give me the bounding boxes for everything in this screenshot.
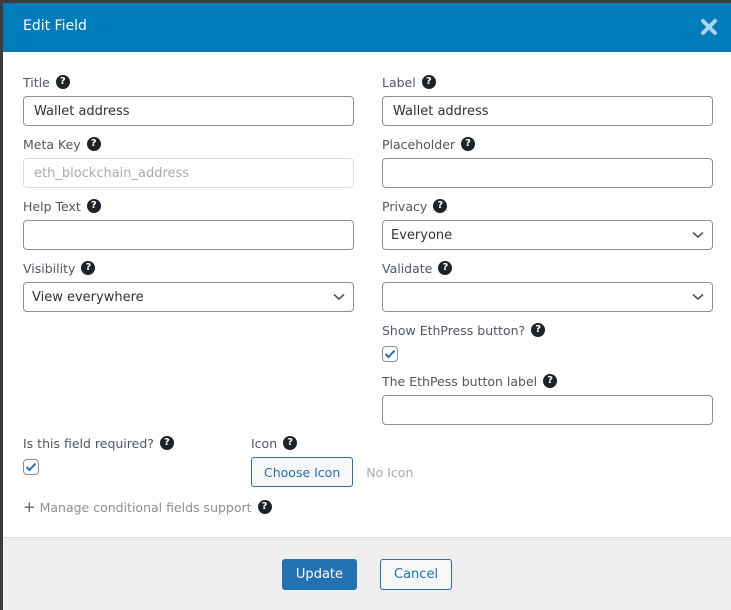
ethpress-label-input[interactable]: [382, 395, 713, 425]
validate-label: Validate: [382, 260, 433, 276]
required-checkbox[interactable]: [23, 459, 39, 475]
title-input[interactable]: Wallet address: [23, 96, 354, 126]
help-icon[interactable]: ?: [283, 436, 298, 450]
privacy-label: Privacy: [382, 198, 428, 214]
checkmark-icon: [25, 462, 37, 472]
ethpress-label-field-group: The EthPess button label?: [382, 373, 713, 425]
required-field-group: Is this field required??: [23, 435, 174, 475]
help-icon[interactable]: ?: [86, 199, 101, 213]
label-input[interactable]: Wallet address: [382, 96, 713, 126]
modal-header: Edit Field: [3, 3, 731, 52]
label-label: Label: [382, 74, 416, 90]
meta-key-field-group: Meta Key? eth_blockchain_address: [23, 136, 354, 188]
visibility-label: Visibility: [23, 260, 76, 276]
meta-key-input-value: eth_blockchain_address: [34, 165, 190, 181]
show-ethpress-field-group: Show EthPress button??: [382, 322, 546, 362]
cancel-button[interactable]: Cancel: [380, 558, 453, 590]
help-icon[interactable]: ?: [438, 261, 453, 275]
visibility-field-group: Visibility? View everywhere: [23, 260, 354, 312]
title-label: Title: [23, 74, 50, 90]
help-icon[interactable]: ?: [543, 374, 558, 388]
manage-conditional-fields[interactable]: + Manage conditional fields support ?: [23, 498, 272, 516]
icon-status: No Icon: [366, 464, 414, 480]
help-text-field-group: Help Text?: [23, 198, 354, 250]
required-label: Is this field required?: [23, 435, 154, 451]
choose-icon-button[interactable]: Choose Icon: [251, 457, 354, 487]
help-icon[interactable]: ?: [433, 199, 448, 213]
icon-field-group: Icon? Choose Icon No Icon: [251, 435, 413, 487]
help-text-label: Help Text: [23, 198, 81, 214]
title-field-group: Title? Wallet address: [23, 74, 354, 126]
help-icon[interactable]: ?: [461, 137, 476, 151]
chevron-down-icon: [333, 293, 345, 301]
close-icon[interactable]: [699, 17, 719, 37]
placeholder-field-group: Placeholder?: [382, 136, 713, 188]
meta-key-label: Meta Key: [23, 136, 81, 152]
placeholder-input[interactable]: [382, 158, 713, 188]
visibility-select[interactable]: View everywhere: [23, 282, 354, 312]
modal-title: Edit Field: [23, 18, 87, 34]
placeholder-label: Placeholder: [382, 136, 456, 152]
help-icon[interactable]: ?: [159, 436, 174, 450]
edit-field-modal: Edit Field Title? Wallet address Label? …: [3, 3, 731, 610]
help-text-input[interactable]: [23, 220, 354, 250]
privacy-field-group: Privacy? Everyone: [382, 198, 713, 250]
ethpress-label-label: The EthPess button label: [382, 373, 538, 389]
label-field-group: Label? Wallet address: [382, 74, 713, 126]
modal-body: Title? Wallet address Label? Wallet addr…: [3, 52, 731, 537]
label-input-value: Wallet address: [393, 103, 489, 119]
title-input-value: Wallet address: [34, 103, 130, 119]
checkmark-icon: [384, 349, 396, 359]
chevron-down-icon: [692, 293, 704, 301]
chevron-down-icon: [692, 231, 704, 239]
help-icon[interactable]: ?: [421, 75, 436, 89]
validate-select[interactable]: [382, 282, 713, 312]
help-icon[interactable]: ?: [55, 75, 70, 89]
update-button[interactable]: Update: [281, 558, 358, 590]
validate-field-group: Validate?: [382, 260, 713, 312]
help-icon[interactable]: ?: [81, 261, 96, 275]
help-icon[interactable]: ?: [86, 137, 101, 151]
visibility-selected-value: View everywhere: [32, 289, 144, 305]
help-icon[interactable]: ?: [257, 500, 272, 514]
privacy-select[interactable]: Everyone: [382, 220, 713, 250]
meta-key-input: eth_blockchain_address: [23, 158, 354, 188]
manage-conditional-link[interactable]: Manage conditional fields support: [40, 500, 252, 515]
privacy-selected-value: Everyone: [391, 227, 453, 243]
help-icon[interactable]: ?: [531, 323, 546, 337]
modal-footer: Update Cancel: [3, 537, 731, 610]
plus-icon: +: [23, 498, 36, 516]
show-ethpress-checkbox[interactable]: [382, 346, 398, 362]
icon-label: Icon: [251, 435, 278, 451]
show-ethpress-label: Show EthPress button?: [382, 322, 526, 338]
